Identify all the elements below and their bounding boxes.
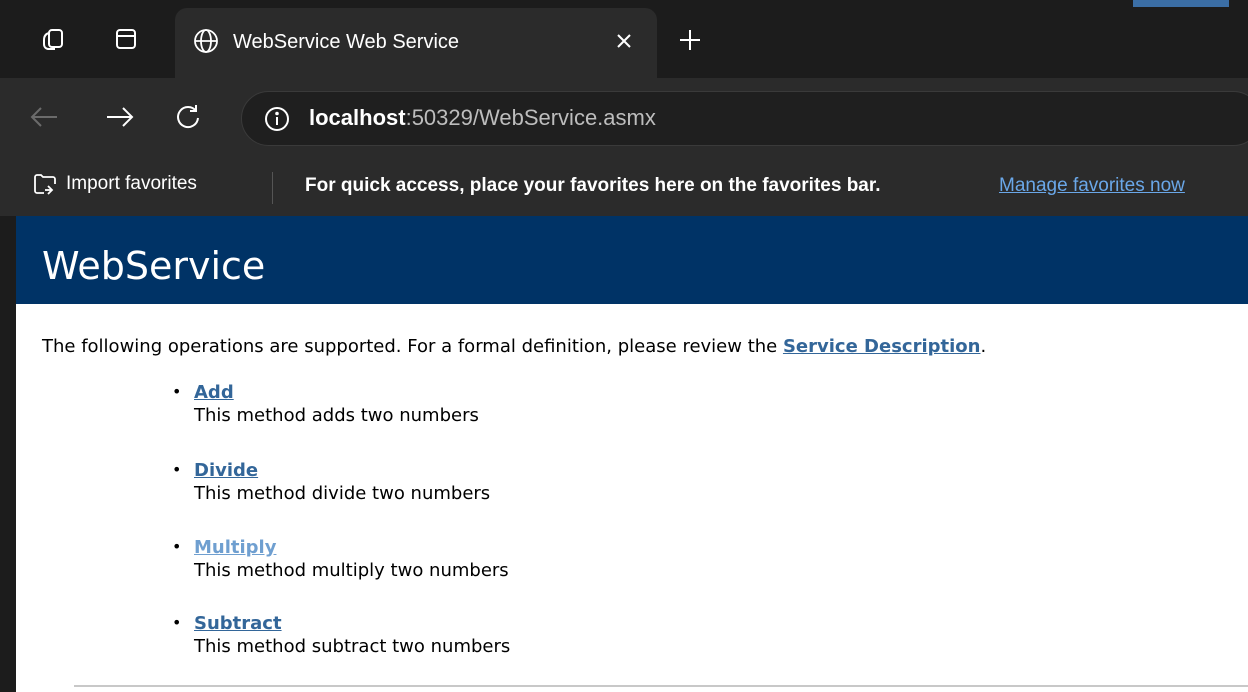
tab-strip: WebService Web Service bbox=[0, 0, 1248, 80]
active-tab[interactable]: WebService Web Service bbox=[175, 8, 657, 80]
tab-title: WebService Web Service bbox=[233, 31, 460, 53]
operation-description: This method subtract two numbers bbox=[194, 636, 511, 657]
list-item: • Subtract This method subtract two numb… bbox=[172, 613, 511, 657]
service-description-link[interactable]: Service Description bbox=[783, 336, 981, 357]
manage-favorites-link[interactable]: Manage favorites now bbox=[999, 175, 1185, 197]
bullet: • bbox=[172, 613, 182, 632]
forward-button[interactable] bbox=[100, 97, 140, 137]
operation-link-multiply[interactable]: Multiply bbox=[194, 537, 509, 558]
favorites-bar: Import favorites For quick access, place… bbox=[0, 160, 1248, 216]
bullet: • bbox=[172, 460, 182, 479]
operation-description: This method adds two numbers bbox=[194, 405, 479, 426]
import-favorites-button[interactable]: Import favorites bbox=[32, 172, 197, 196]
list-item: • Divide This method divide two numbers bbox=[172, 460, 491, 504]
bullet: • bbox=[172, 537, 182, 556]
arrow-right-icon bbox=[107, 107, 134, 127]
new-tab-button[interactable] bbox=[672, 22, 708, 58]
favorites-divider bbox=[272, 172, 273, 204]
intro-paragraph: The following operations are supported. … bbox=[42, 336, 986, 357]
operation-link-divide[interactable]: Divide bbox=[194, 460, 490, 481]
tab-strip-accent bbox=[1133, 0, 1229, 7]
back-button[interactable] bbox=[24, 97, 64, 137]
tab-actions-icon bbox=[116, 29, 136, 49]
intro-text: The following operations are supported. … bbox=[42, 336, 783, 357]
page-header: WebService bbox=[16, 216, 1248, 304]
page-viewport: WebService The following operations are … bbox=[16, 216, 1248, 692]
operation-description: This method divide two numbers bbox=[194, 483, 491, 504]
import-favorites-icon bbox=[34, 174, 56, 195]
operation-description: This method multiply two numbers bbox=[194, 560, 509, 581]
intro-end: . bbox=[980, 336, 987, 357]
workspaces-button[interactable] bbox=[36, 22, 70, 56]
url-text[interactable]: localhost:50329/WebService.asmx bbox=[309, 105, 656, 131]
operation-link-subtract[interactable]: Subtract bbox=[194, 613, 510, 634]
url-host: localhost bbox=[309, 105, 406, 130]
navigation-toolbar: localhost:50329/WebService.asmx bbox=[0, 78, 1248, 160]
address-bar[interactable]: localhost:50329/WebService.asmx bbox=[241, 91, 1248, 146]
info-icon[interactable] bbox=[264, 106, 290, 132]
page-title: WebService bbox=[42, 244, 266, 288]
operation-link-add[interactable]: Add bbox=[194, 382, 479, 403]
workspaces-icon bbox=[43, 29, 63, 50]
plus-icon bbox=[680, 30, 700, 50]
refresh-icon bbox=[177, 105, 199, 129]
bullet: • bbox=[172, 382, 182, 401]
arrow-left-icon bbox=[30, 107, 57, 127]
import-favorites-label: Import favorites bbox=[66, 173, 197, 194]
globe-icon bbox=[194, 29, 218, 53]
close-icon bbox=[617, 34, 631, 48]
tab-close-button[interactable] bbox=[609, 26, 639, 56]
favorites-message: For quick access, place your favorites h… bbox=[305, 175, 881, 196]
tab-actions-button[interactable] bbox=[109, 22, 143, 56]
horizontal-rule bbox=[74, 685, 1248, 687]
list-item: • Add This method adds two numbers bbox=[172, 382, 479, 426]
list-item: • Multiply This method multiply two numb… bbox=[172, 537, 509, 581]
url-path: :50329/WebService.asmx bbox=[405, 105, 656, 130]
refresh-button[interactable] bbox=[168, 97, 208, 137]
